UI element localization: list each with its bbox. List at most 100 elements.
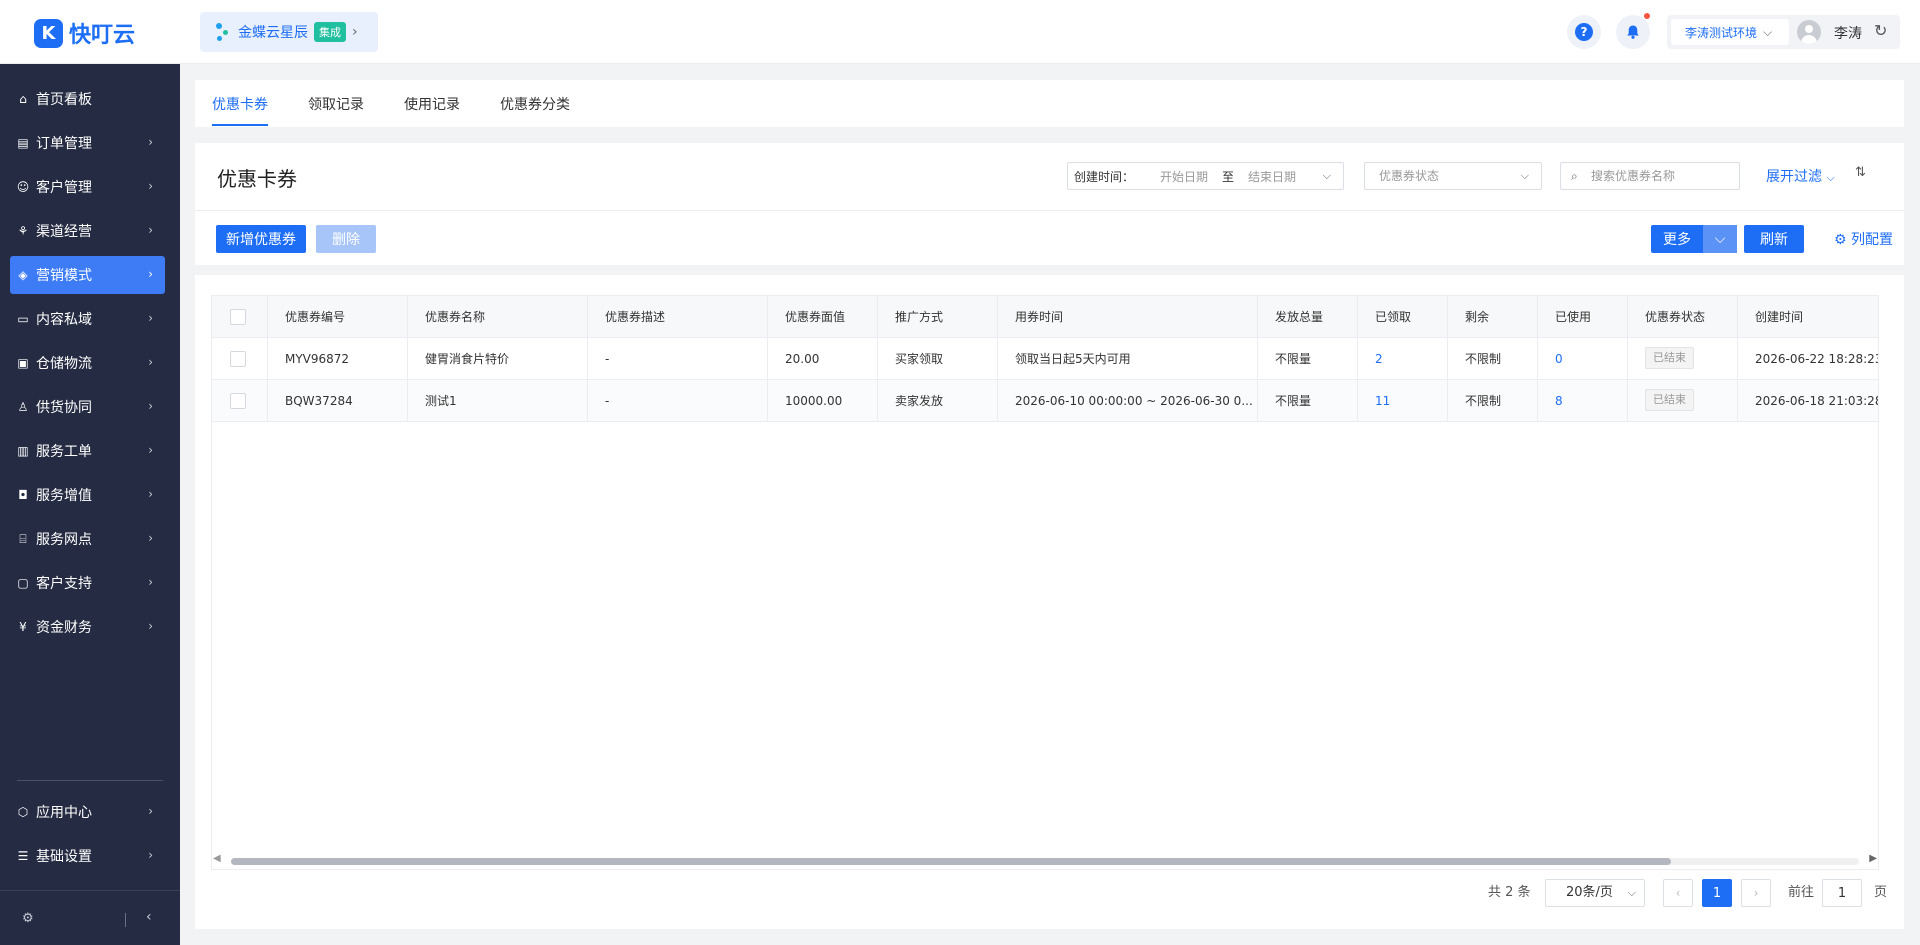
tab-usage-records[interactable]: 使用记录	[404, 94, 460, 114]
user-area: 李涛测试环境 ⌵ 李涛 ↻	[1667, 15, 1900, 49]
notification-dot	[1644, 13, 1650, 19]
chevron-down-icon[interactable]: ⌵	[1703, 225, 1737, 253]
coupon-value: 10000.00	[785, 394, 843, 408]
tab-coupons[interactable]: 优惠卡券	[212, 94, 268, 114]
sidebar-item-marketing[interactable]: ◈ 营销模式 ›	[10, 256, 165, 294]
chevron-down-icon: ⌵	[1520, 169, 1529, 182]
gear-icon: ⚙	[1834, 232, 1847, 248]
column-header[interactable]: 发放总量	[1275, 311, 1323, 323]
sidebar-item-support[interactable]: ▢ 客户支持 ›	[10, 564, 165, 602]
date-end-input[interactable]: 结束日期	[1248, 168, 1296, 185]
page-size-select[interactable]: 20条/页 ⌵	[1545, 879, 1645, 907]
select-all-checkbox[interactable]	[230, 309, 246, 325]
usage-time: 领取当日起5天内可用	[1015, 352, 1131, 366]
sidebar-item-value-added[interactable]: ◘ 服务增值 ›	[10, 476, 165, 514]
search-placeholder: 搜索优惠券名称	[1591, 169, 1676, 183]
ticket-icon: ▥	[17, 444, 29, 458]
sidebar-item-content[interactable]: ▭ 内容私域 ›	[10, 300, 165, 338]
column-header[interactable]: 已领取	[1375, 311, 1411, 323]
scroll-left-icon[interactable]: ◀	[213, 853, 221, 864]
collapse-sidebar-icon[interactable]: ‹	[146, 909, 152, 925]
tab-claim-records[interactable]: 领取记录	[308, 94, 364, 114]
help-button[interactable]: ?	[1567, 15, 1601, 49]
column-header[interactable]: 剩余	[1465, 311, 1489, 323]
status-badge: 已结束	[1645, 347, 1694, 369]
search-input[interactable]: ⌕ 搜索优惠券名称	[1560, 162, 1740, 190]
row-checkbox[interactable]	[230, 393, 246, 409]
top-bar: K 快叮云 金蝶云星辰 集成 › ? 李涛测试环境 ⌵ 李涛 ↻	[0, 0, 1920, 64]
column-header[interactable]: 用券时间	[1015, 311, 1063, 323]
sidebar-item-finance[interactable]: ¥ 资金财务 ›	[10, 608, 165, 646]
environment-select[interactable]: 李涛测试环境 ⌵	[1671, 19, 1789, 45]
sidebar-item-channels[interactable]: ⚘ 渠道经营 ›	[10, 212, 165, 250]
gear-icon[interactable]: ⚙	[22, 911, 34, 926]
user-name[interactable]: 李涛	[1834, 23, 1862, 43]
sidebar-item-app-center[interactable]: ⬡ 应用中心 ›	[10, 793, 165, 831]
received-count-link[interactable]: 2	[1375, 353, 1383, 365]
scroll-thumb[interactable]	[231, 858, 1671, 865]
box-icon: ▣	[17, 356, 29, 370]
sidebar-item-orders[interactable]: ▤ 订单管理 ›	[10, 124, 165, 162]
sort-icon[interactable]: ⇅	[1855, 165, 1866, 180]
used-count-link[interactable]: 0	[1555, 353, 1563, 365]
status-badge: 已结束	[1645, 389, 1694, 411]
refresh-button[interactable]: 刷新	[1744, 225, 1804, 253]
avatar[interactable]	[1797, 20, 1821, 44]
integration-link[interactable]: 金蝶云星辰 集成 ›	[200, 12, 378, 52]
expand-filter-button[interactable]: 展开过滤 ⌵	[1766, 166, 1835, 186]
tab-coupon-categories[interactable]: 优惠券分类	[500, 94, 570, 114]
notification-button[interactable]	[1616, 13, 1650, 49]
sidebar-item-label: 服务工单	[36, 444, 92, 460]
column-header[interactable]: 优惠券面值	[785, 311, 845, 323]
date-range-picker[interactable]: 创建时间： 开始日期 至 结束日期 ⌵	[1067, 162, 1344, 190]
column-config-button[interactable]: ⚙ 列配置	[1834, 229, 1893, 249]
chevron-right-icon: ›	[148, 531, 153, 545]
used-count-link[interactable]: 8	[1555, 395, 1563, 407]
column-header[interactable]: 创建时间	[1755, 311, 1803, 323]
more-button[interactable]: 更多 ⌵	[1651, 225, 1737, 253]
scroll-right-icon[interactable]: ▶	[1869, 853, 1877, 864]
sidebar-item-service-tickets[interactable]: ▥ 服务工单 ›	[10, 432, 165, 470]
date-start-input[interactable]: 开始日期	[1160, 168, 1208, 185]
app-logo[interactable]: K 快叮云	[34, 17, 135, 49]
table-header-row: 优惠券编号 优惠券名称 优惠券描述 优惠券面值 推广方式 用券时间 发放总量 已…	[212, 296, 1878, 338]
table-row[interactable]: BQW37284 测试1 - 10000.00 卖家发放 2026-06-10 …	[212, 380, 1879, 422]
column-header[interactable]: 优惠券编号	[285, 311, 345, 323]
channel-icon: ⚘	[17, 224, 29, 238]
sidebar-item-service-points[interactable]: ⌸ 服务网点 ›	[10, 520, 165, 558]
horizontal-scrollbar[interactable]: ◀ ▶	[211, 853, 1879, 867]
sidebar-item-settings[interactable]: ☰ 基础设置 ›	[10, 837, 165, 875]
sidebar-item-customers[interactable]: ☺ 客户管理 ›	[10, 168, 165, 206]
next-page-button[interactable]: ›	[1741, 879, 1771, 907]
goto-page-input[interactable]: 1	[1822, 879, 1862, 907]
table-row[interactable]: MYV96872 健胃消食片特价 - 20.00 买家领取 领取当日起5天内可用…	[212, 338, 1878, 380]
column-header[interactable]: 优惠券状态	[1645, 311, 1705, 323]
column-header[interactable]: 优惠券名称	[425, 311, 485, 323]
delete-button[interactable]: 删除	[316, 225, 376, 253]
add-coupon-button[interactable]: 新增优惠券	[216, 225, 306, 253]
coupon-status-select[interactable]: 优惠券状态 ⌵	[1364, 162, 1542, 190]
column-header[interactable]: 优惠券描述	[605, 311, 665, 323]
column-divider	[767, 296, 768, 422]
support-icon: ▢	[17, 576, 29, 590]
current-page[interactable]: 1	[1702, 879, 1732, 907]
promo-method: 卖家发放	[895, 394, 944, 408]
chevron-right-icon: ›	[148, 575, 153, 589]
store-icon: ⌸	[19, 531, 27, 546]
refresh-icon[interactable]: ↻	[1874, 21, 1887, 40]
column-config-label: 列配置	[1851, 232, 1894, 248]
column-header[interactable]: 推广方式	[895, 311, 943, 323]
row-checkbox[interactable]	[230, 351, 246, 367]
divider	[125, 913, 126, 927]
column-header[interactable]: 已使用	[1555, 311, 1591, 323]
total-issued: 不限量	[1275, 352, 1312, 366]
sidebar-item-home[interactable]: ⌂ 首页看板	[10, 80, 165, 118]
sidebar-item-warehouse[interactable]: ▣ 仓储物流 ›	[10, 344, 165, 382]
created-time: 2026-06-18 21:03:28	[1755, 394, 1879, 408]
received-count-link[interactable]: 11	[1375, 395, 1390, 407]
column-divider	[1447, 296, 1448, 422]
search-icon: ⌕	[1571, 169, 1578, 183]
tabs-bar: 优惠卡券 领取记录 使用记录 优惠券分类	[195, 80, 1904, 127]
sidebar-item-supply[interactable]: ♙ 供货协同 ›	[10, 388, 165, 426]
prev-page-button[interactable]: ‹	[1663, 879, 1693, 907]
